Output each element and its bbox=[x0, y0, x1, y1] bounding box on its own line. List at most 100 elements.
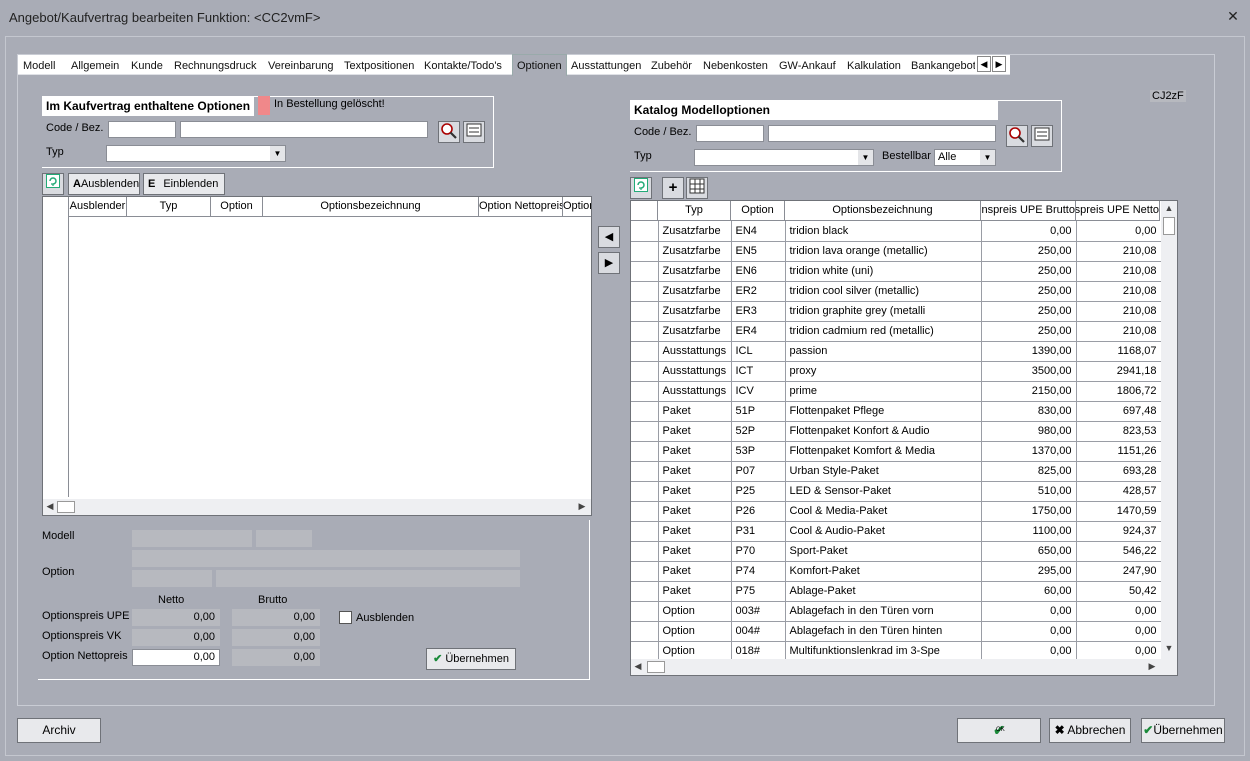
grid-settings-icon[interactable] bbox=[686, 177, 708, 199]
tab-zubehoer[interactable]: Zubehör bbox=[651, 56, 692, 76]
row-selector[interactable] bbox=[631, 441, 659, 462]
search-icon[interactable] bbox=[438, 121, 460, 143]
table-row[interactable]: Paket 53P Flottenpaket Komfort & Media 1370… bbox=[631, 441, 1161, 462]
col-header-option-nettopreis[interactable]: Option Nettopreis bbox=[479, 197, 563, 217]
col-header-optionsbezeichnung[interactable]: Optionsbezeichnung bbox=[263, 197, 479, 217]
row-selector[interactable] bbox=[631, 421, 659, 442]
right-typ-select[interactable] bbox=[694, 149, 874, 166]
refresh-icon[interactable] bbox=[42, 173, 64, 195]
abbrechen-button[interactable]: ✖ Abbrechen bbox=[1049, 718, 1131, 743]
nettopreis-netto-input[interactable]: 0,00 bbox=[132, 649, 220, 666]
tab-kontakte-todos[interactable]: Kontakte/Todo's bbox=[424, 56, 502, 76]
table-row[interactable]: Paket P31 Cool & Audio-Paket 1100,00 924,37 bbox=[631, 521, 1161, 542]
row-selector[interactable] bbox=[631, 541, 659, 562]
tab-vereinbarung[interactable]: Vereinbarung bbox=[268, 56, 333, 76]
table-row[interactable]: Paket P25 LED & Sensor-Paket 510,00 428,57 bbox=[631, 481, 1161, 502]
einblenden-button[interactable]: E Einblenden bbox=[143, 173, 225, 195]
table-row[interactable]: Zusatzfarbe EN6 tridion white (uni) 250,00 2… bbox=[631, 261, 1161, 282]
right-grid-hscrollbar[interactable]: ◀ ▶ bbox=[631, 659, 1177, 675]
table-row[interactable]: Zusatzfarbe EN4 tridion black 0,00 0,00 bbox=[631, 221, 1161, 242]
table-row[interactable]: Zusatzfarbe ER4 tridion cadmium red (metal… bbox=[631, 321, 1161, 342]
right-col-header-upe-brutto[interactable]: Optionspreis UPE Brutto bbox=[981, 201, 1076, 221]
col-header-option[interactable]: Option bbox=[211, 197, 263, 217]
col-header-ausblender[interactable]: Ausblender bbox=[69, 197, 127, 217]
move-left-icon[interactable]: ◀ bbox=[598, 226, 620, 248]
add-icon[interactable]: + bbox=[662, 177, 684, 199]
description-input[interactable] bbox=[180, 121, 428, 138]
table-row[interactable]: Ausstattungs ICL passion 1390,00 1168,07 bbox=[631, 341, 1161, 362]
tab-optionen[interactable]: Optionen bbox=[512, 54, 567, 76]
row-selector[interactable] bbox=[631, 241, 659, 262]
tab-ausstattungen[interactable]: Ausstattungen bbox=[571, 56, 641, 76]
table-row[interactable]: Paket P74 Komfort-Paket 295,00 247,90 bbox=[631, 561, 1161, 582]
table-row[interactable]: Ausstattungs ICV prime 2150,00 1806,72 bbox=[631, 381, 1161, 402]
left-grid-scroll-thumb[interactable] bbox=[57, 501, 75, 513]
typ-dropdown-icon[interactable]: ▼ bbox=[270, 146, 285, 161]
left-grid-hscrollbar[interactable]: ◀ ▶ bbox=[43, 499, 591, 515]
table-row[interactable]: Option 018# Multifunktionslenkrad im 3-Spe… bbox=[631, 641, 1161, 659]
right-refresh-icon[interactable] bbox=[630, 177, 652, 199]
table-row[interactable]: Ausstattungs ICT proxy 3500,00 2941,18 bbox=[631, 361, 1161, 382]
table-row[interactable]: Option 003# Ablagefach in den Türen vorn 0,… bbox=[631, 601, 1161, 622]
table-row[interactable]: Paket P07 Urban Style-Paket 825,00 693,28 bbox=[631, 461, 1161, 482]
row-selector[interactable] bbox=[631, 221, 659, 242]
row-selector[interactable] bbox=[631, 361, 659, 382]
row-selector[interactable] bbox=[631, 341, 659, 362]
row-selector[interactable] bbox=[631, 641, 659, 659]
tab-kunde[interactable]: Kunde bbox=[131, 56, 163, 76]
ausblenden-button[interactable]: AAusblenden bbox=[68, 173, 140, 195]
archiv-button[interactable]: Archiv bbox=[17, 718, 101, 743]
table-row[interactable]: Zusatzfarbe EN5 tridion lava orange (metal… bbox=[631, 241, 1161, 262]
tab-rechnungsdruck[interactable]: Rechnungsdruck bbox=[174, 56, 257, 76]
clear-filter-icon[interactable] bbox=[463, 121, 485, 143]
row-selector[interactable] bbox=[631, 621, 659, 642]
ausblenden-checkbox[interactable] bbox=[339, 611, 352, 624]
right-clear-filter-icon[interactable] bbox=[1031, 125, 1053, 147]
row-selector[interactable] bbox=[631, 381, 659, 402]
tab-nebenkosten[interactable]: Nebenkosten bbox=[703, 56, 768, 76]
right-search-icon[interactable] bbox=[1006, 125, 1028, 147]
right-col-header-upe-netto[interactable]: Optionspreis UPE Netto bbox=[1076, 201, 1160, 221]
right-description-input[interactable] bbox=[768, 125, 996, 142]
row-selector[interactable] bbox=[631, 561, 659, 582]
tab-kalkulation[interactable]: Kalkulation bbox=[847, 56, 901, 76]
table-row[interactable]: Paket P75 Ablage-Paket 60,00 50,42 bbox=[631, 581, 1161, 602]
tab-gw-ankauf[interactable]: GW-Ankauf bbox=[779, 56, 836, 76]
tab-scroll-right-icon[interactable]: ▶ bbox=[992, 56, 1006, 72]
right-grid-vscrollbar[interactable]: ▲ ▼ bbox=[1161, 201, 1177, 659]
row-selector[interactable] bbox=[631, 321, 659, 342]
table-row[interactable]: Zusatzfarbe ER2 tridion cool silver (metal… bbox=[631, 281, 1161, 302]
tab-modell[interactable]: Modell bbox=[23, 56, 55, 76]
col-header-typ[interactable]: Typ bbox=[127, 197, 211, 217]
right-col-header-optionsbezeichnung[interactable]: Optionsbezeichnung bbox=[785, 201, 981, 221]
row-selector[interactable] bbox=[631, 481, 659, 502]
code-input[interactable] bbox=[108, 121, 176, 138]
right-code-input[interactable] bbox=[696, 125, 764, 142]
table-row[interactable]: Option 004# Ablagefach in den Türen hinten… bbox=[631, 621, 1161, 642]
row-selector[interactable] bbox=[631, 461, 659, 482]
ok-button[interactable]: ✔OK bbox=[957, 718, 1041, 743]
row-selector[interactable] bbox=[631, 501, 659, 522]
tab-bankangebot[interactable]: Bankangebot bbox=[911, 56, 975, 76]
included-options-grid[interactable]: Ausblender Typ Option Optionsbezeichnung… bbox=[42, 196, 592, 516]
row-selector[interactable] bbox=[631, 581, 659, 602]
right-typ-dropdown-icon[interactable]: ▼ bbox=[858, 150, 873, 165]
row-selector[interactable] bbox=[631, 261, 659, 282]
right-grid-hscroll-thumb[interactable] bbox=[647, 661, 665, 673]
uebernehmen-button[interactable]: ✔Übernehmen bbox=[1141, 718, 1225, 743]
table-row[interactable]: Zusatzfarbe ER3 tridion graphite grey (met… bbox=[631, 301, 1161, 322]
tab-scroll-left-icon[interactable]: ◀ bbox=[977, 56, 991, 72]
right-col-header-option[interactable]: Option bbox=[731, 201, 785, 221]
table-row[interactable]: Paket 51P Flottenpaket Pflege 830,00 697,48 bbox=[631, 401, 1161, 422]
row-selector[interactable] bbox=[631, 281, 659, 302]
bestellbar-dropdown-icon[interactable]: ▼ bbox=[980, 150, 995, 165]
catalog-options-grid[interactable]: Typ Option Optionsbezeichnung Optionspre… bbox=[630, 200, 1178, 676]
tab-textpositionen[interactable]: Textpositionen bbox=[344, 56, 414, 76]
right-col-header-typ[interactable]: Typ bbox=[658, 201, 731, 221]
move-right-icon[interactable]: ▶ bbox=[598, 252, 620, 274]
row-selector[interactable] bbox=[631, 301, 659, 322]
detail-uebernehmen-button[interactable]: ✔ Übernehmen bbox=[426, 648, 516, 670]
row-selector[interactable] bbox=[631, 601, 659, 622]
row-selector[interactable] bbox=[631, 521, 659, 542]
typ-select[interactable] bbox=[106, 145, 286, 162]
